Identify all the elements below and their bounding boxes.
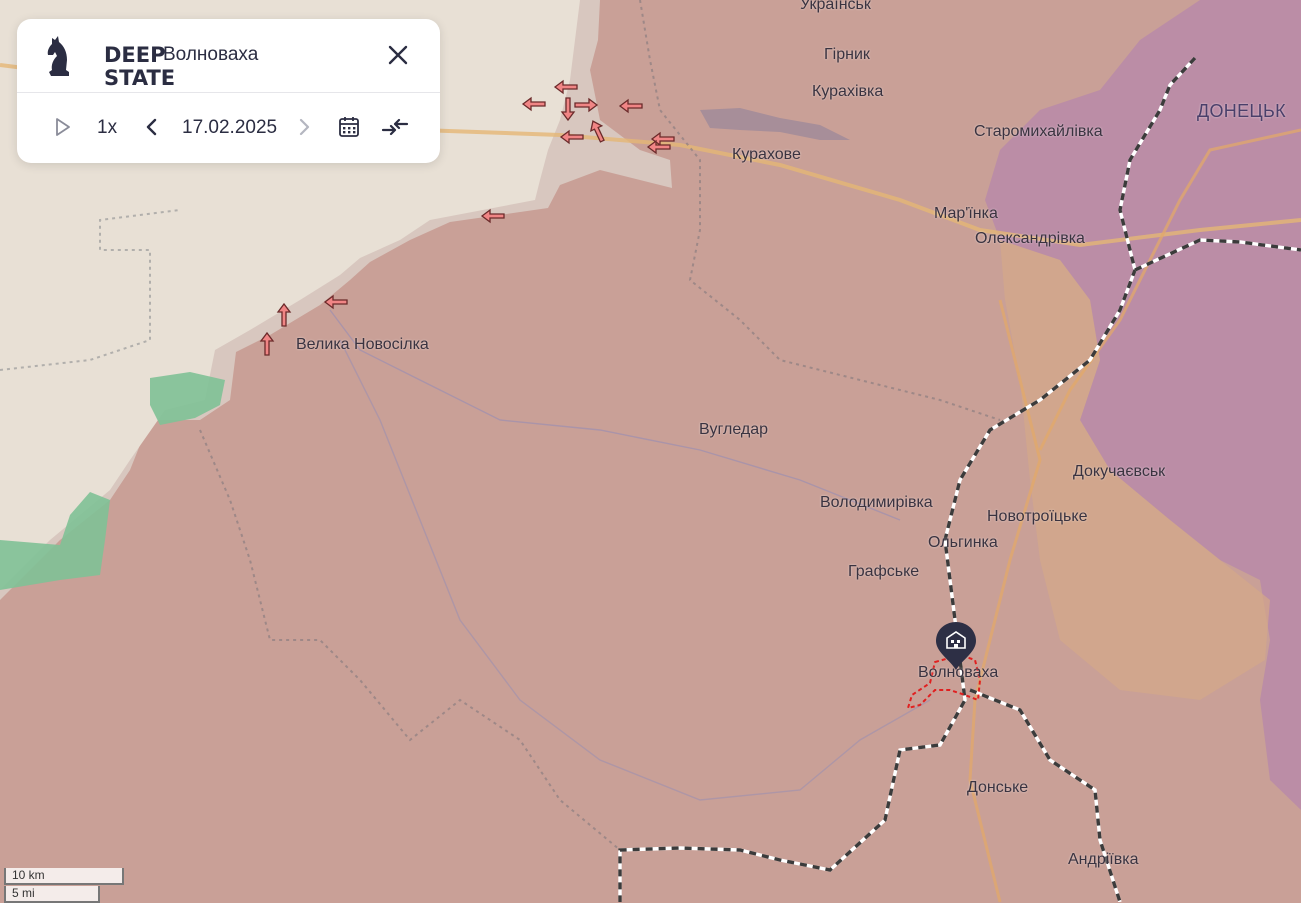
place-label-olhynka: Ольгинка — [928, 534, 998, 551]
place-label-hirnyk: Гірник — [824, 46, 870, 63]
next-date-button[interactable] — [295, 115, 313, 139]
scale-bar-km: 10 km — [4, 868, 124, 885]
close-icon — [388, 45, 408, 65]
location-pin-icon[interactable] — [934, 620, 978, 672]
place-label-staromykhailivka: Старомихайлівка — [974, 123, 1103, 140]
play-button[interactable] — [53, 115, 73, 139]
calendar-icon — [339, 117, 359, 137]
place-label-donske: Донське — [967, 779, 1029, 796]
chevron-right-icon — [299, 118, 310, 136]
place-label-marinka: Мар'їнка — [934, 205, 998, 222]
place-label-novotroitske: Новотроїцьке — [987, 508, 1088, 525]
speed-toggle[interactable]: 1x — [97, 117, 117, 139]
deepstate-logo[interactable]: DEEP STATE — [45, 32, 175, 90]
scale-bar-mi: 5 mi — [4, 886, 100, 903]
current-date[interactable]: 17.02.2025 — [182, 117, 277, 139]
play-icon — [56, 118, 70, 136]
panel-header: DEEP STATE Волноваха — [17, 19, 440, 93]
panel-title: Волноваха — [163, 44, 259, 65]
place-label-vuhledar: Вугледар — [699, 421, 768, 438]
prev-date-button[interactable] — [143, 115, 161, 139]
timeline-panel: DEEP STATE Волноваха 1x 17.02.2025 — [17, 19, 440, 163]
close-button[interactable] — [386, 43, 410, 67]
place-label-velyka-novosilka: Велика Новосілка — [296, 336, 429, 353]
collapse-icon — [381, 118, 409, 136]
place-label-donetsk: ДОНЕЦЬК — [1197, 101, 1286, 121]
place-label-volodymyrivka: Володимирівка — [820, 494, 933, 511]
place-label-dokuchaievsk: Докучаєвськ — [1073, 463, 1166, 480]
place-label-andriivka: Андріївка — [1068, 851, 1139, 868]
place-label-kurakhove: Курахове — [732, 146, 801, 163]
logo-line-2: STATE — [104, 66, 176, 90]
place-label-kurakhivka: Курахівка — [812, 83, 884, 100]
calendar-button[interactable] — [338, 115, 360, 139]
compare-button[interactable] — [381, 115, 409, 139]
knight-logo-icon — [47, 36, 69, 76]
place-label-hrafske: Графське — [848, 563, 920, 580]
chevron-left-icon — [146, 118, 157, 136]
place-label-oleksandrivka: Олександрівка — [975, 230, 1085, 247]
place-label-ukrainsk: Українськ — [800, 0, 871, 13]
